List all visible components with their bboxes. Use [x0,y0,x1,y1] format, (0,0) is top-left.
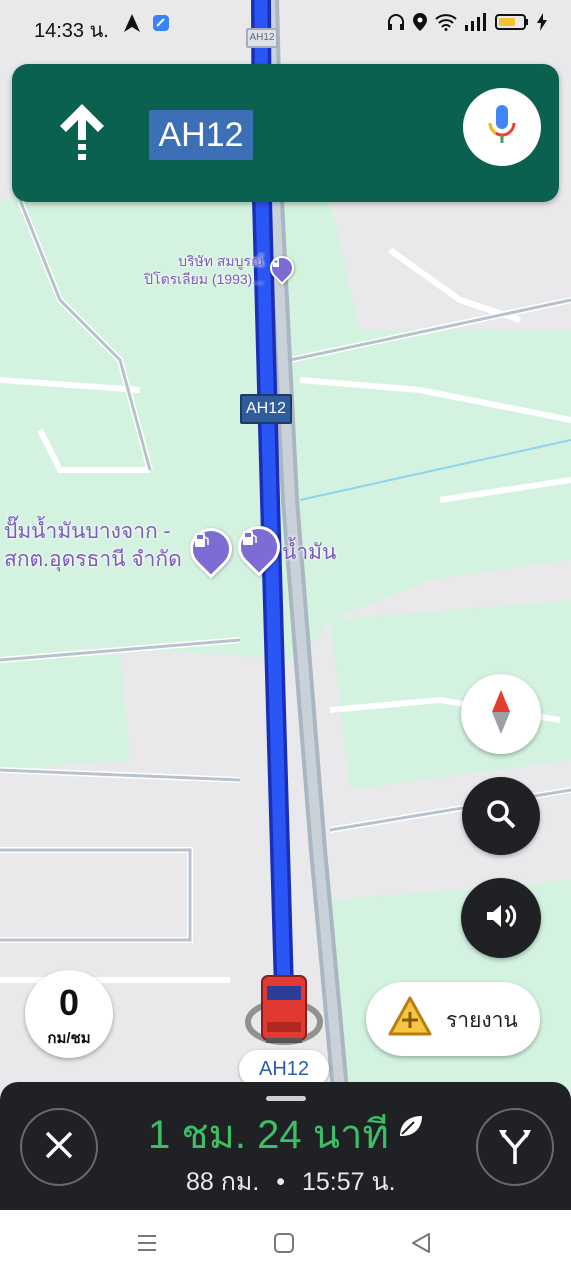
signal-icon [465,13,487,37]
speed-value: 0 [58,982,80,1023]
route-shield: AH12 [240,394,292,424]
microphone-icon [487,103,517,152]
trip-distance: 88 กม. [186,1168,260,1196]
report-button[interactable]: รายงาน [366,982,540,1056]
road-name-shield: AH12 [149,110,253,160]
location-icon [413,13,427,37]
poi-label-line1: บริษัท สมบูรณ์ [178,253,264,269]
fork-route-icon [497,1126,533,1169]
sound-button[interactable] [461,878,541,958]
trip-separator: • [276,1168,286,1196]
arrival-time: 15:57 น. [302,1168,396,1196]
headphones-icon [387,13,405,37]
speedometer: 0 กม/ชม [25,970,113,1058]
report-label: รายงาน [446,1009,518,1032]
trip-details: 88 กม. • 15:57 น. [186,1162,396,1202]
compass-button[interactable] [461,674,541,754]
charging-icon [537,13,547,37]
status-bar: 14:33 น. [0,0,571,50]
status-time: 14:33 น. [34,20,109,42]
volume-icon [485,902,517,935]
navigation-arrow-icon [124,14,140,38]
poi-label-line2: สกต.อุดรธานี จำกัด [4,548,182,571]
app-notification-icon [152,14,170,38]
poi-label-sombun[interactable]: บริษัท สมบูรณ์ ปิโตรเลียม (1993)... [134,252,264,288]
vehicle-marker [261,975,307,1043]
poi-label-line1: ปั๊มน้ำมันบางจาก - [4,520,171,543]
compass-icon [490,689,512,739]
voice-search-button[interactable] [463,88,541,166]
straight-arrow-icon [60,104,130,184]
search-icon [485,798,517,835]
trip-summary-panel[interactable]: 1 ชม. 24 นาที 88 กม. • 15:57 น. [0,1082,571,1210]
exit-navigation-button[interactable] [20,1108,98,1186]
back-icon[interactable] [410,1232,432,1259]
report-warning-icon [388,996,432,1041]
fuel-pump-icon [272,258,292,278]
home-icon[interactable] [273,1232,295,1259]
poi-label-oil[interactable]: น้ำมัน [282,536,336,569]
eta-duration: 1 ชม. 24 นาที [148,1113,389,1157]
drag-handle[interactable] [266,1096,306,1101]
menu-icon[interactable] [136,1232,158,1259]
search-button[interactable] [462,777,540,855]
speed-unit: กม/ชม [47,1030,91,1047]
fuel-pump-icon [241,529,277,565]
wifi-icon [435,13,457,37]
system-navigation-bar [0,1210,571,1280]
battery-icon [495,13,529,37]
fuel-pump-icon [193,531,229,567]
poi-label-bangchak[interactable]: ปั๊มน้ำมันบางจาก - สกต.อุดรธานี จำกัด [4,518,184,574]
close-icon [43,1129,75,1166]
alternate-routes-button[interactable] [476,1108,554,1186]
eco-leaf-icon [396,1112,424,1145]
poi-label-line2: ปิโตรเลียม (1993)... [144,271,264,287]
